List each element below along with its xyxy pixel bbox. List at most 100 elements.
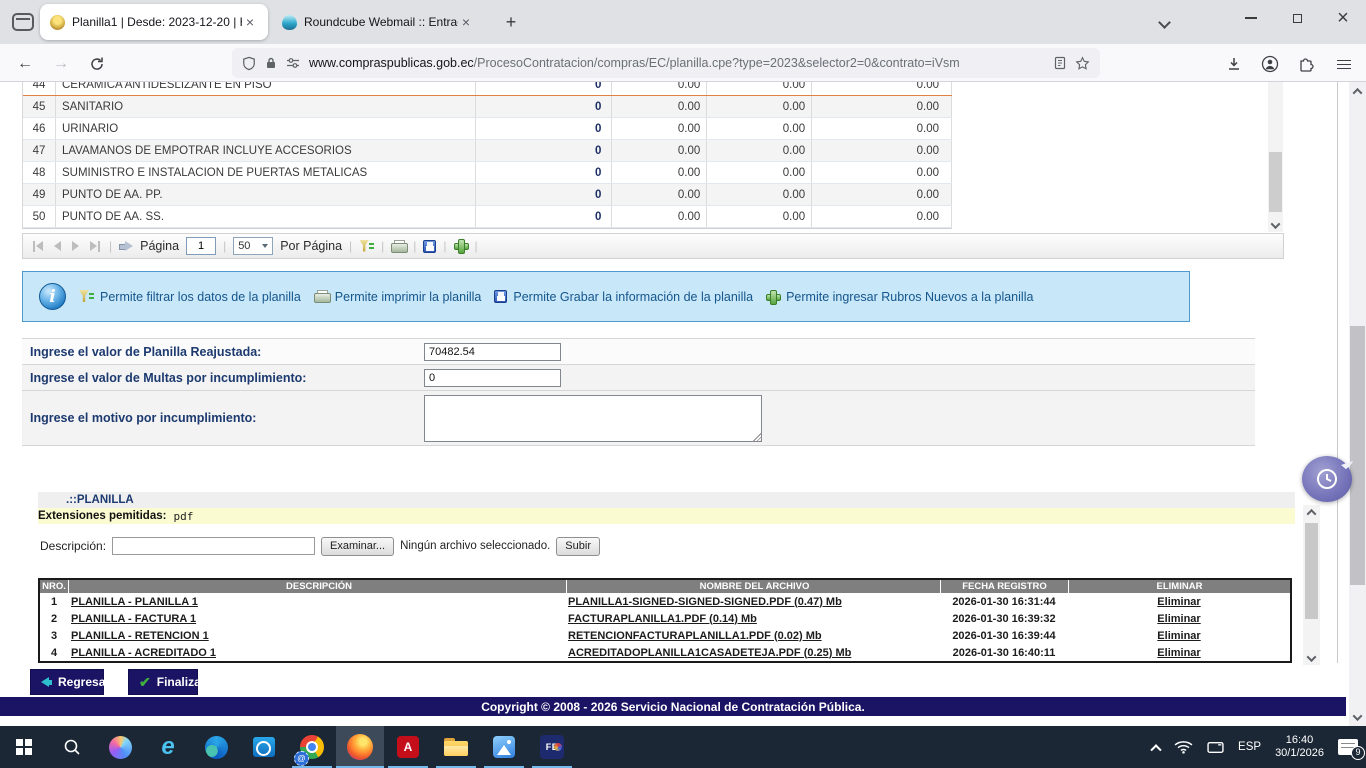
scrollbar-thumb[interactable]	[1269, 152, 1282, 212]
eliminar-link[interactable]: Eliminar	[1157, 630, 1200, 642]
file-descripcion-link[interactable]: PLANILLA - ACREDITADO 1	[71, 647, 216, 659]
print-icon[interactable]	[391, 240, 406, 253]
table-row[interactable]: 50 PUNTO DE AA. SS. 0 0.00 0.00 0.00	[23, 206, 952, 228]
start-button[interactable]	[0, 726, 48, 768]
eliminar-link[interactable]: Eliminar	[1157, 647, 1200, 659]
save-icon[interactable]	[423, 240, 436, 253]
language-indicator[interactable]: ESP	[1238, 741, 1261, 753]
grid-cell-nro: 50	[23, 206, 56, 227]
clock-datetime[interactable]: 16:40 30/1/2026	[1275, 734, 1324, 760]
reader-mode-icon[interactable]	[1053, 56, 1067, 70]
file-archivo-link[interactable]: FACTURAPLANILLA1.PDF (0.14) Mb	[568, 613, 757, 625]
reload-button[interactable]	[84, 51, 110, 77]
eliminar-link[interactable]: Eliminar	[1157, 613, 1200, 625]
copilot-button[interactable]	[96, 726, 144, 768]
grid-cell-qty: 0	[476, 140, 612, 161]
shield-icon[interactable]	[242, 56, 256, 71]
add-row-icon[interactable]	[454, 239, 468, 253]
table-row[interactable]: 45 SANITARIO 0 0.00 0.00 0.00	[23, 96, 952, 118]
internet-explorer-button[interactable]	[144, 726, 192, 768]
back-button[interactable]	[12, 51, 38, 77]
per-page-select[interactable]: 50	[233, 237, 273, 255]
upload-frame-scrollbar[interactable]	[1303, 505, 1320, 665]
next-page-button[interactable]	[70, 241, 81, 251]
scroll-down-button[interactable]	[1349, 710, 1366, 724]
multas-input[interactable]	[424, 369, 561, 387]
resize-handle-icon[interactable]	[752, 432, 762, 442]
table-row[interactable]: 49 PUNTO DE AA. PP. 0 0.00 0.00 0.00	[23, 184, 952, 206]
account-icon[interactable]	[1258, 52, 1282, 76]
forward-button[interactable]	[48, 51, 74, 77]
close-icon[interactable]	[242, 14, 258, 30]
scroll-down-button[interactable]	[1303, 651, 1320, 665]
prev-page-button[interactable]	[52, 241, 63, 251]
descripcion-input[interactable]	[112, 537, 315, 555]
scroll-up-button[interactable]	[1349, 84, 1366, 98]
file-archivo-link[interactable]: RETENCIONFACTURAPLANILLA1.PDF (0.02) Mb	[568, 630, 822, 642]
downloads-icon[interactable]	[1222, 52, 1246, 76]
file-explorer-button[interactable]	[432, 726, 480, 768]
regresar-button[interactable]: Regresar	[30, 669, 104, 695]
extensions-puzzle-icon[interactable]	[1294, 52, 1318, 76]
finalizar-button[interactable]: Finalizar	[128, 669, 198, 695]
new-tab-button[interactable]	[499, 10, 523, 34]
minimize-button[interactable]	[1228, 0, 1274, 36]
grid-scrollbar[interactable]	[1268, 82, 1283, 232]
url-text[interactable]: www.compraspublicas.gob.ec/ProcesoContra…	[309, 56, 1047, 70]
ecuador-favicon	[50, 15, 65, 30]
floating-clock-widget[interactable]	[1302, 456, 1352, 502]
file-fecha: 2026-01-30 16:31:44	[940, 596, 1068, 608]
display-cast-icon[interactable]	[1207, 741, 1224, 754]
url-bar[interactable]: www.compraspublicas.gob.ec/ProcesoContra…	[232, 48, 1100, 78]
restore-button[interactable]	[1274, 0, 1320, 36]
chrome-button[interactable]	[288, 726, 336, 768]
firefox-view-icon[interactable]	[12, 13, 34, 31]
motivo-textarea[interactable]	[424, 395, 762, 442]
wifi-icon[interactable]	[1174, 740, 1193, 754]
file-archivo-link[interactable]: PLANILLA1-SIGNED-SIGNED-SIGNED.PDF (0.47…	[568, 596, 842, 608]
filter-icon[interactable]	[359, 240, 374, 253]
files-table: NRO. DESCRIPCIÓN NOMBRE DEL ARCHIVO FECH…	[38, 578, 1292, 663]
table-row[interactable]: 44 CERAMICA ANTIDESLIZANTE EN PISO 0 0.0…	[23, 82, 952, 96]
scrollbar-thumb[interactable]	[1305, 523, 1318, 619]
bookmark-star-icon[interactable]	[1075, 56, 1090, 71]
notification-center-icon[interactable]: 9	[1338, 739, 1358, 755]
file-archivo-link[interactable]: ACREDITADOPLANILLA1CASADETEJA.PDF (0.25)…	[568, 647, 851, 659]
search-button[interactable]	[48, 726, 96, 768]
browser-scrollbar[interactable]	[1349, 82, 1366, 726]
tray-chevron-up-icon[interactable]	[1150, 744, 1161, 755]
first-page-button[interactable]	[31, 241, 45, 252]
reajustada-input[interactable]	[424, 343, 561, 361]
roundcube-favicon	[282, 15, 297, 30]
tab-roundcube[interactable]: Roundcube Webmail :: Entrada	[272, 4, 484, 40]
photos-button[interactable]	[480, 726, 528, 768]
tab-planilla[interactable]: Planilla1 | Desde: 2023-12-20 | H	[40, 4, 268, 40]
menu-hamburger-icon[interactable]	[1332, 52, 1356, 76]
acrobat-button[interactable]	[384, 726, 432, 768]
table-row[interactable]: 47 LAVAMANOS DE EMPOTRAR INCLUYE ACCESOR…	[23, 140, 952, 162]
file-descripcion-link[interactable]: PLANILLA - RETENCION 1	[71, 630, 209, 642]
close-icon[interactable]	[458, 14, 474, 30]
scroll-up-button[interactable]	[1303, 505, 1320, 519]
examinar-button[interactable]: Examinar...	[321, 537, 394, 556]
internet-explorer-icon	[161, 736, 174, 758]
scrollbar-thumb[interactable]	[1350, 326, 1365, 585]
outlook-button[interactable]	[240, 726, 288, 768]
go-page-icon[interactable]	[119, 241, 133, 251]
file-descripcion-link[interactable]: PLANILLA - FACTURA 1	[71, 613, 196, 625]
page-number-input[interactable]	[186, 237, 216, 255]
table-row[interactable]: 46 URINARIO 0 0.00 0.00 0.00	[23, 118, 952, 140]
subir-button[interactable]: Subir	[556, 537, 600, 556]
close-window-button[interactable]	[1320, 0, 1366, 36]
edge-button[interactable]	[192, 726, 240, 768]
firefox-button[interactable]	[336, 726, 384, 768]
last-page-button[interactable]	[88, 241, 102, 252]
file-descripcion-link[interactable]: PLANILLA - PLANILLA 1	[71, 596, 198, 608]
chevron-down-icon[interactable]	[1158, 16, 1171, 29]
eliminar-link[interactable]: Eliminar	[1157, 596, 1200, 608]
lock-icon[interactable]	[265, 56, 277, 70]
permissions-icon[interactable]	[286, 57, 300, 69]
table-row[interactable]: 48 SUMINISTRO E INSTALACION DE PUERTAS M…	[23, 162, 952, 184]
scroll-down-button[interactable]	[1268, 218, 1283, 232]
firmaec-button[interactable]	[528, 726, 576, 768]
